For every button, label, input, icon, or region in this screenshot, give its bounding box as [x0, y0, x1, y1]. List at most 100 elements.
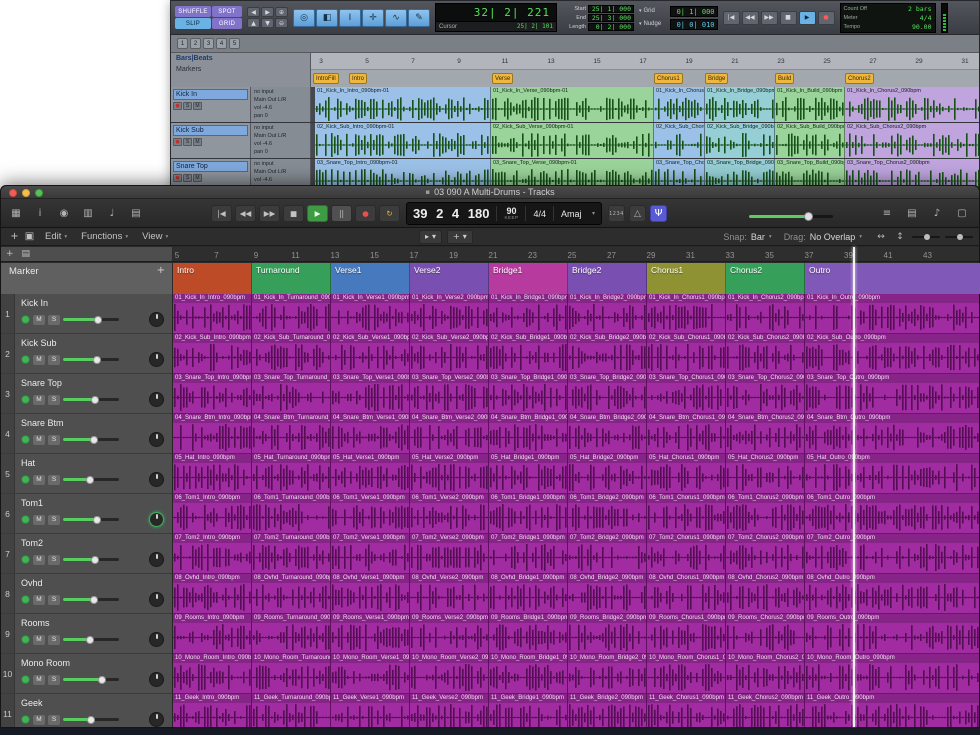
marker-verse[interactable]: Verse: [492, 73, 513, 84]
trim-tool[interactable]: ◧: [316, 9, 338, 27]
nudge-value[interactable]: 0| 0| 010: [670, 19, 718, 30]
region[interactable]: 05_Hat_Verse1_090bpm: [331, 454, 410, 494]
titlebar[interactable]: ▪ 03 090 A Multi-Drums - Tracks: [1, 186, 979, 199]
count-in-button[interactable]: 1234: [608, 205, 625, 222]
rewind-button[interactable]: ◀◀: [235, 205, 256, 222]
region[interactable]: 08_Ovhd_Outro_090bpm: [805, 574, 979, 614]
volume-slider[interactable]: [63, 595, 119, 604]
marker-bridge[interactable]: Bridge: [705, 73, 728, 84]
marker-section-intro[interactable]: Intro: [173, 263, 252, 294]
audio-region[interactable]: 02_Kick_Sub_Verse_090bpm-01: [491, 123, 654, 158]
region[interactable]: 02_Kick_Sub_Outro_090bpm: [805, 334, 979, 374]
command-click-tool-selector[interactable]: +▾: [447, 230, 473, 244]
region[interactable]: 11_Geek_Verse1_090bpm: [331, 694, 410, 727]
editors-icon[interactable]: ♩: [103, 205, 121, 222]
audio-region[interactable]: 02_Kick_Sub_Chorus2_090bpm: [845, 123, 979, 158]
record-enable-button[interactable]: [21, 675, 30, 684]
region[interactable]: 04_Snare_Btm_Intro_090bpm: [173, 414, 252, 454]
note-pads-icon[interactable]: ▤: [903, 205, 921, 222]
mute-button[interactable]: M: [33, 355, 45, 365]
region[interactable]: 07_Tom2_Chorus1_090bpm: [647, 534, 726, 574]
solo-button[interactable]: S: [48, 555, 60, 565]
marker-section-bridge1[interactable]: Bridge1: [489, 263, 568, 294]
pan-knob[interactable]: [149, 672, 164, 687]
region[interactable]: 02_Kick_Sub_Verse1_090bpm: [331, 334, 410, 374]
record-enable-button[interactable]: [21, 635, 30, 644]
region[interactable]: 09_Rooms_Chorus1_090bpm: [647, 614, 726, 654]
selector-tool[interactable]: I: [339, 9, 361, 27]
audio-region[interactable]: 02_Kick_Sub_Intro_090bpm-01: [315, 123, 491, 158]
nudge-dropdown-icon[interactable]: ▾: [639, 21, 642, 27]
audio-region[interactable]: 01_Kick_In_Intro_090bpm-01: [315, 87, 491, 122]
snap-value[interactable]: Bar: [751, 232, 765, 242]
track-header[interactable]: 9RoomsMS: [1, 614, 172, 654]
region[interactable]: 09_Rooms_Intro_090bpm: [173, 614, 252, 654]
volume-slider[interactable]: [63, 475, 119, 484]
marker-section-turnaround[interactable]: Turnaround: [252, 263, 331, 294]
zoom-button-5[interactable]: ⊖: [275, 18, 288, 28]
track-name[interactable]: Ovhd: [21, 578, 166, 590]
region[interactable]: 01_Kick_In_Chorus2_090bpm: [726, 294, 805, 334]
solo-button[interactable]: S: [48, 635, 60, 645]
region[interactable]: 11_Geek_Chorus2_090bpm: [726, 694, 805, 727]
marker-section-verse1[interactable]: Verse1: [331, 263, 410, 294]
region[interactable]: 06_Tom1_Bridge2_090bpm: [568, 494, 647, 534]
region[interactable]: 07_Tom2_Bridge1_090bpm: [489, 534, 568, 574]
region[interactable]: 11_Geek_Bridge2_090bpm: [568, 694, 647, 727]
drag-dropdown-icon[interactable]: ▾: [859, 234, 862, 240]
input-assignment[interactable]: no input: [254, 125, 307, 133]
nudge-row[interactable]: ▾ Nudge 0| 0| 010: [639, 19, 718, 30]
pan-knob[interactable]: [149, 712, 164, 727]
lcd-display[interactable]: 39 2 4 180 90KEEP 4/4 Amaj ▾: [406, 202, 602, 225]
master-volume-slider[interactable]: [749, 212, 833, 221]
tempo-value[interactable]: 90.00: [912, 23, 932, 31]
pan-knob[interactable]: [149, 392, 164, 407]
region[interactable]: 05_Hat_Bridge1_090bpm: [489, 454, 568, 494]
volume-knob[interactable]: [93, 516, 101, 524]
region[interactable]: 01_Kick_In_Bridge1_090bpm: [489, 294, 568, 334]
region[interactable]: 01_Kick_In_Chorus1_090bpm: [647, 294, 726, 334]
region[interactable]: 06_Tom1_Chorus1_090bpm: [647, 494, 726, 534]
region[interactable]: 11_Geek_Verse2_090bpm: [410, 694, 489, 727]
inspector-icon[interactable]: i: [31, 205, 49, 222]
region[interactable]: 03_Snare_Top_Intro_090bpm: [173, 374, 252, 414]
cycle-button[interactable]: ↻: [379, 205, 400, 222]
track-header[interactable]: 7Tom2MS: [1, 534, 172, 574]
solo-button[interactable]: S: [183, 174, 192, 182]
audio-region[interactable]: 01_Kick_In_Verse_090bpm-01: [491, 87, 654, 122]
library-icon[interactable]: ▦: [7, 205, 25, 222]
volume-slider[interactable]: [63, 515, 119, 524]
mode-shuffle-button[interactable]: SHUFFLE: [175, 6, 211, 17]
region[interactable]: 07_Tom2_Verse1_090bpm: [331, 534, 410, 574]
track-header[interactable]: 2Kick SubMS: [1, 334, 172, 374]
marker-section-outro[interactable]: Outro: [805, 263, 980, 294]
pan-knob[interactable]: [149, 552, 164, 567]
region[interactable]: 04_Snare_Btm_Bridge2_090bpm: [568, 414, 647, 454]
record-button[interactable]: ●: [355, 205, 376, 222]
input-assignment[interactable]: no input: [254, 89, 307, 97]
region[interactable]: 08_Ovhd_Turnaround_090bpm: [252, 574, 331, 614]
region[interactable]: 05_Hat_Outro_090bpm: [805, 454, 979, 494]
zoom-button-4[interactable]: ▼: [261, 18, 274, 28]
mixer-icon[interactable]: ▥: [79, 205, 97, 222]
global-tracks-plus-icon[interactable]: +: [6, 249, 14, 259]
region[interactable]: 03_Snare_Top_Turnaround_090bpm: [252, 374, 331, 414]
region[interactable]: 08_Ovhd_Verse1_090bpm: [331, 574, 410, 614]
audio-region[interactable]: 02_Kick_Sub_Chorus1_090bpm: [654, 123, 705, 158]
region[interactable]: 09_Rooms_Outro_090bpm: [805, 614, 979, 654]
region[interactable]: 11_Geek_Chorus1_090bpm: [647, 694, 726, 727]
volume-knob[interactable]: [94, 316, 102, 324]
track-name[interactable]: Snare Top: [21, 378, 166, 390]
grabber-tool[interactable]: ✛: [362, 9, 384, 27]
track-name[interactable]: Tom1: [21, 498, 166, 510]
start-value[interactable]: 25| 1| 000: [588, 5, 634, 13]
volume-readout[interactable]: vol -4.6: [254, 177, 307, 185]
meter-value[interactable]: 4/4: [920, 14, 932, 22]
mute-button[interactable]: M: [33, 315, 45, 325]
duplicate-track-button[interactable]: ▣: [22, 230, 37, 244]
mute-button[interactable]: M: [33, 715, 45, 725]
region[interactable]: 09_Rooms_Bridge2_090bpm: [568, 614, 647, 654]
region[interactable]: 02_Kick_Sub_Intro_090bpm: [173, 334, 252, 374]
region[interactable]: 10_Mono_Room_Outro_090bpm: [805, 654, 979, 694]
grid-row[interactable]: ▾ Grid 0| 1| 000: [639, 6, 718, 17]
